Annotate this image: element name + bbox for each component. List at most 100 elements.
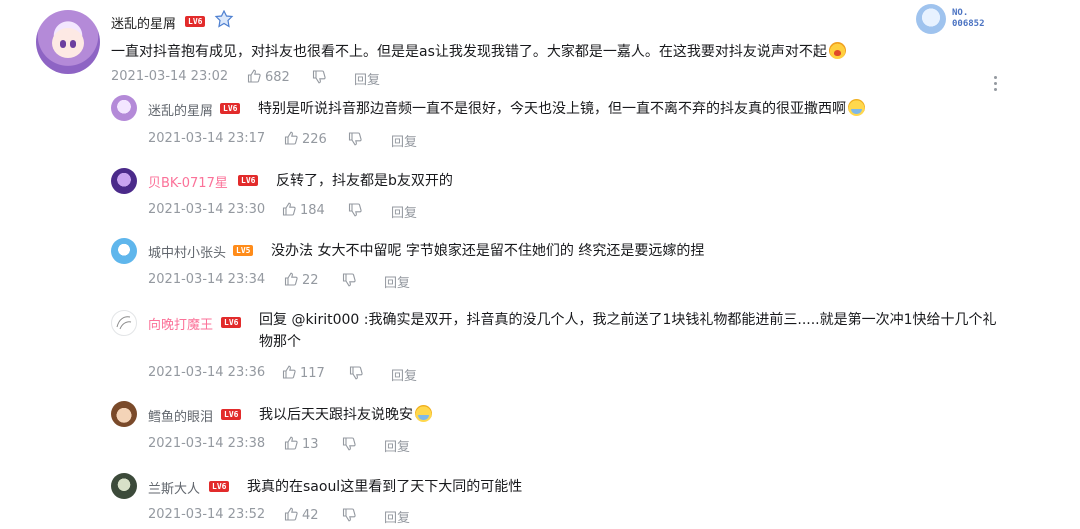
level-badge: LV6	[185, 16, 206, 27]
level-badge: LV6	[209, 481, 230, 492]
reply-meta: 2021-03-14 23:34 22 回复	[148, 272, 410, 291]
reply-button[interactable]: 回复	[391, 365, 417, 384]
like-button[interactable]: 184	[282, 202, 325, 218]
reply-meta: 2021-03-14 23:30 184 回复	[148, 202, 417, 221]
like-count: 682	[265, 70, 290, 85]
thumbs-down-icon	[342, 508, 356, 522]
dislike-button[interactable]	[348, 132, 362, 146]
reply-time: 2021-03-14 23:34	[148, 272, 266, 287]
fan-badge-icon	[214, 9, 234, 28]
thumbs-up-icon	[284, 272, 298, 286]
thumbs-down-icon	[348, 132, 362, 146]
reply-button[interactable]: 回复	[391, 202, 417, 221]
reply-time: 2021-03-14 23:38	[148, 436, 266, 451]
comment-time: 2021-03-14 23:02	[111, 69, 229, 84]
reply-username[interactable]: 向晚打魔王	[148, 314, 213, 333]
like-button[interactable]: 42	[284, 507, 319, 523]
avatar[interactable]	[36, 10, 100, 74]
like-button[interactable]: 682	[247, 69, 290, 85]
more-options-icon[interactable]	[993, 76, 999, 94]
smile-emoji-icon	[848, 99, 865, 116]
level-badge: LV6	[221, 409, 242, 420]
crying-emoji-icon	[828, 42, 846, 59]
reply-meta: 2021-03-14 23:38 13 回复	[148, 436, 410, 455]
like-button[interactable]: 22	[284, 272, 319, 288]
reply-button[interactable]: 回复	[384, 272, 410, 291]
avatar[interactable]	[111, 95, 137, 121]
reply-meta: 2021-03-14 23:52 42 回复	[148, 507, 410, 526]
reply-text-content: 没办法 女大不中留呢 字节娘家还是留不住她们的 终究还是要远嫁的捏	[271, 243, 705, 259]
level-badge: LV6	[220, 103, 241, 114]
avatar[interactable]	[111, 168, 137, 194]
avatar[interactable]	[111, 238, 137, 264]
reply-text: 没办法 女大不中留呢 字节娘家还是留不住她们的 终究还是要远嫁的捏	[271, 240, 704, 260]
reply-button[interactable]: 回复	[354, 69, 380, 88]
reply-text-content: 反转了，抖友都是b友双开的	[276, 173, 453, 189]
like-count: 226	[302, 132, 327, 147]
dislike-button[interactable]	[342, 273, 356, 287]
reply-username[interactable]: 兰斯大人	[148, 478, 200, 497]
reply-username[interactable]: 鳕鱼的眼泪	[148, 406, 213, 425]
thumbs-down-icon	[342, 273, 356, 287]
level-badge: LV6	[238, 175, 259, 186]
level-badge: LV5	[233, 245, 254, 256]
thumbs-up-icon	[284, 131, 298, 145]
like-button[interactable]: 117	[282, 365, 325, 381]
thumbs-down-icon	[349, 366, 363, 380]
reply-text: 特别是听说抖音那边音频一直不是很好，今天也没上镜，但一直不离不弃的抖友真的很亚撒…	[258, 98, 865, 118]
like-count: 13	[302, 437, 319, 452]
reply-text: 我真的在saoul这里看到了天下大同的可能性	[247, 476, 522, 496]
reply-text: 回复 @kirit000 :我确实是双开，抖音真的没几个人，我之前送了1块钱礼物…	[259, 309, 1004, 353]
reply-text-content: 特别是听说抖音那边音频一直不是很好，今天也没上镜，但一直不离不弃的抖友真的很亚撒…	[258, 101, 846, 117]
reply-text-content: 我真的在saoul这里看到了天下大同的可能性	[247, 479, 523, 495]
comment-text-content: 一直对抖音抱有成见，对抖友也很看不上。但是是as让我发现我错了。大家都是一嘉人。…	[111, 44, 827, 60]
reply-text: 我以后天天跟抖友说晚安	[259, 404, 432, 424]
dislike-button[interactable]	[349, 366, 363, 380]
reply-time: 2021-03-14 23:17	[148, 131, 266, 146]
like-button[interactable]: 13	[284, 436, 319, 452]
avatar[interactable]	[111, 401, 137, 427]
avatar[interactable]	[111, 473, 137, 499]
reply-username[interactable]: 迷乱的星屑	[148, 100, 213, 119]
reply-username[interactable]: 贝BK-0717星	[148, 172, 228, 191]
smile-emoji-icon	[415, 405, 432, 422]
reply-meta: 2021-03-14 23:36 117 回复	[148, 365, 417, 384]
thumbs-down-icon	[348, 203, 362, 217]
thumbs-up-icon	[247, 69, 261, 83]
like-count: 117	[300, 366, 325, 381]
like-count: 42	[302, 508, 319, 523]
reply-text-content: 回复 @kirit000 :我确实是双开，抖音真的没几个人，我之前送了1块钱礼物…	[259, 312, 997, 350]
thumbs-down-icon	[342, 437, 356, 451]
dislike-button[interactable]	[342, 508, 356, 522]
thumbs-up-icon	[284, 436, 298, 450]
nameplate-number: 006852	[952, 19, 985, 29]
reply-text: 反转了，抖友都是b友双开的	[276, 170, 453, 190]
thumbs-up-icon	[282, 365, 296, 379]
reply-meta: 2021-03-14 23:17 226 回复	[148, 131, 417, 150]
reply-username[interactable]: 城中村小张头	[148, 242, 226, 261]
nameplate-no-label: NO.	[952, 8, 969, 18]
reply-text-content: 我以后天天跟抖友说晚安	[259, 407, 413, 423]
username[interactable]: 迷乱的星屑	[111, 13, 176, 32]
like-count: 184	[300, 203, 325, 218]
reply-time: 2021-03-14 23:52	[148, 507, 266, 522]
main-comment: 迷乱的星屑 LV6 NO. 006852 一直对抖音抱有成见，对抖友也很看不上。…	[0, 0, 1080, 91]
comment-text: 一直对抖音抱有成见，对抖友也很看不上。但是是as让我发现我错了。大家都是一嘉人。…	[111, 41, 846, 61]
dislike-button[interactable]	[312, 70, 326, 84]
thumbs-down-icon	[312, 70, 326, 84]
nameplate-avatar-icon	[916, 4, 946, 34]
like-button[interactable]: 226	[284, 131, 327, 147]
thumbs-up-icon	[284, 507, 298, 521]
reply-time: 2021-03-14 23:36	[148, 365, 266, 380]
thumbs-up-icon	[282, 202, 296, 216]
like-count: 22	[302, 273, 319, 288]
dislike-button[interactable]	[342, 437, 356, 451]
dislike-button[interactable]	[348, 203, 362, 217]
level-badge: LV6	[221, 317, 242, 328]
nameplate: NO. 006852	[912, 2, 1002, 36]
comment-meta: 2021-03-14 23:02 682 回复	[111, 69, 380, 88]
reply-button[interactable]: 回复	[384, 507, 410, 526]
reply-button[interactable]: 回复	[384, 436, 410, 455]
avatar[interactable]	[111, 310, 137, 336]
reply-button[interactable]: 回复	[391, 131, 417, 150]
